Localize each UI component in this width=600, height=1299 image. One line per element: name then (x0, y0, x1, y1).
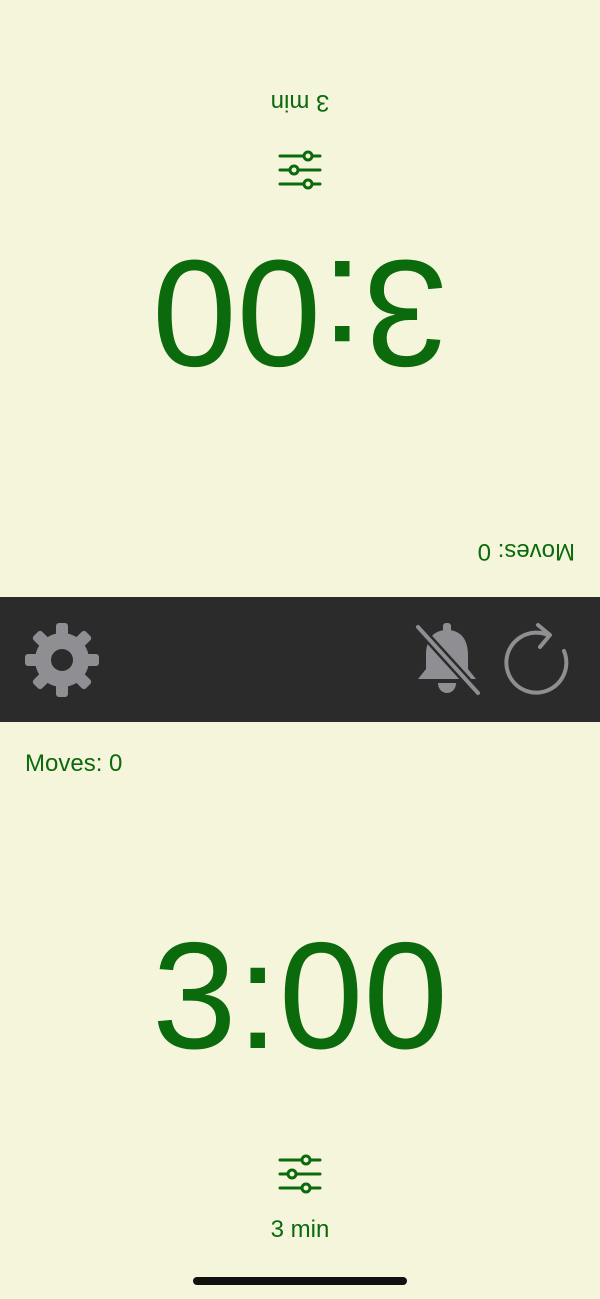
top-moves-counter: Moves: 0 (477, 538, 575, 565)
bottom-moves-counter: Moves: 0 (25, 750, 123, 777)
bottom-timer-display[interactable]: 3:00 (0, 920, 600, 1072)
bell-slash-icon[interactable] (408, 621, 486, 699)
top-preset-label: 3 min (270, 89, 330, 116)
top-timer-display[interactable]: 3:00 (0, 228, 600, 398)
reset-icon[interactable] (498, 621, 576, 699)
control-toolbar (0, 597, 600, 722)
chess-clock-app: Moves: 0 3:00 3 min Moves: 0 3:00 3 min (0, 0, 600, 1299)
bottom-preset-label: 3 min (270, 1216, 330, 1243)
top-sliders-icon[interactable] (278, 150, 322, 190)
bottom-player-panel[interactable]: Moves: 0 3:00 3 min (0, 722, 600, 1299)
home-indicator[interactable] (193, 1277, 407, 1285)
gear-icon[interactable] (23, 621, 101, 699)
top-player-panel[interactable]: Moves: 0 3:00 3 min (0, 0, 600, 597)
bottom-sliders-icon[interactable] (278, 1154, 322, 1194)
